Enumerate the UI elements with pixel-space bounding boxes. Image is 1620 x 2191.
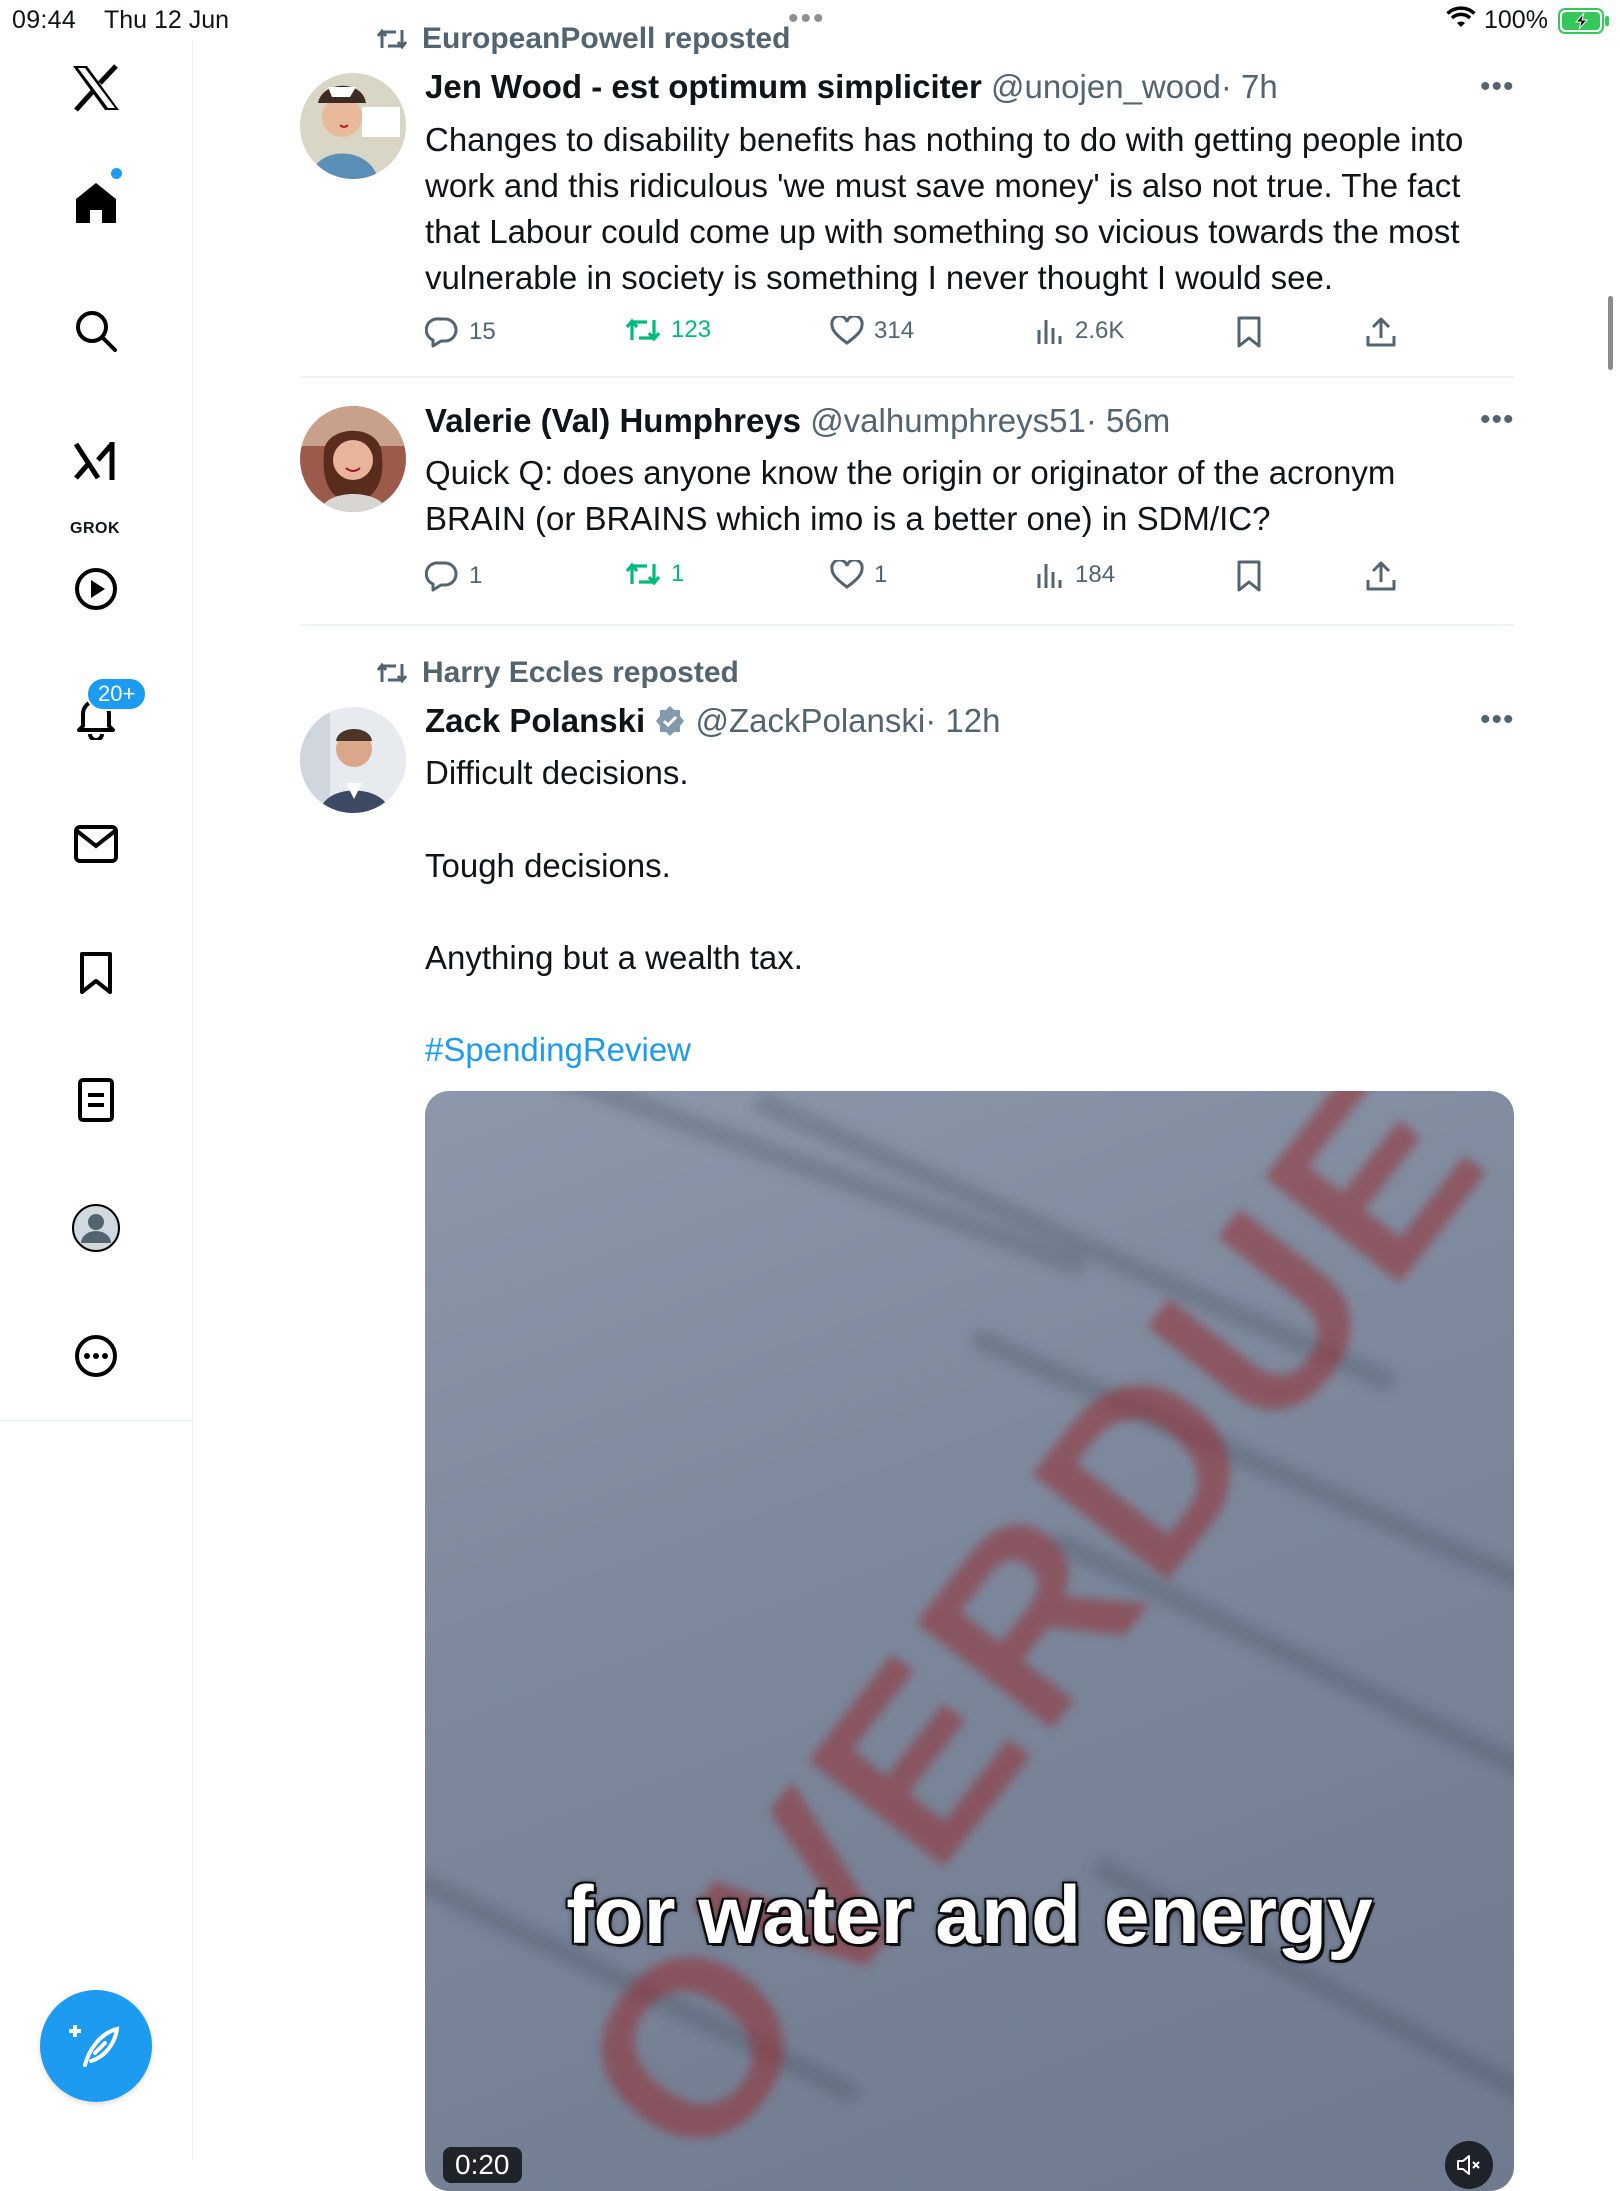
tweet-2-reply-button[interactable]: 1 [425,560,482,592]
heart-icon [830,316,864,345]
notifications-badge: 20+ [86,677,148,711]
tweet-3-age[interactable]: · 12h [925,702,1000,739]
share-icon [1366,317,1396,347]
tweet-3-display-name[interactable]: Zack Polanski [425,702,645,739]
messages-icon[interactable] [56,804,136,884]
status-date: Thu 12 Jun [104,6,230,34]
tweet-3-repost-by: Harry Eccles reposted [422,656,739,689]
tweet-1-actions: 15 123 314 2.6K [425,316,1425,356]
tweet-1-repost-button[interactable]: 123 [625,316,711,344]
tweet-2-bookmark-button[interactable] [1235,560,1263,592]
notifications-icon[interactable]: 20+ [56,677,148,757]
tweet-3-header: Zack Polanski @ZackPolanski· 12h [425,702,1000,740]
tweet-1-avatar[interactable] [300,73,406,179]
tweet-2-repost-button[interactable]: 1 [625,560,684,588]
tweet-divider [300,624,1514,626]
tweet-1-reply-button[interactable]: 15 [425,316,496,348]
sidebar: GROK 20+ [0,40,193,2160]
home-icon[interactable] [56,163,136,243]
reply-icon [425,317,458,348]
multitasking-dots-icon[interactable]: ••• [788,2,826,36]
verified-badge-icon [656,706,685,736]
share-icon [1366,561,1396,591]
tweet-3-line-1: Difficult decisions. [425,754,689,791]
tweet-1-like-button[interactable]: 314 [830,316,914,346]
tweet-2-views-count: 184 [1075,561,1116,588]
tweet-3-hashtag[interactable]: #SpendingReview [425,1027,691,1073]
tweet-2-views-button[interactable]: 184 [1035,560,1115,590]
bookmarks-icon[interactable] [56,933,136,1013]
more-icon[interactable] [56,1316,136,1396]
tweet-2-text: Quick Q: does anyone know the origin or … [425,454,1396,537]
feed-scrollbar[interactable] [1608,296,1613,370]
profile-icon[interactable] [56,1188,136,1268]
tweet-2-actions: 1 1 1 184 [425,560,1425,600]
tweet-2-likes-count: 1 [874,561,888,588]
tweet-3-line-3: Anything but a wealth tax. [425,939,803,976]
tweet-divider [300,376,1514,378]
tweet-1-reposts-count: 123 [671,316,712,343]
tweet-1-share-button[interactable] [1365,316,1397,348]
tweet-1-age[interactable]: · 7h [1221,68,1278,105]
tweet-1-repost-line: EuropeanPowell reposted [376,22,790,56]
tweet-3-avatar[interactable] [300,707,406,813]
battery-percent: 100% [1484,6,1548,34]
tweet-3-handle[interactable]: @ZackPolanski [695,702,925,739]
tweet-3-line-2: Tough decisions. [425,847,671,884]
views-icon [1037,320,1062,344]
tweet-1-more-icon[interactable]: ••• [1480,70,1515,104]
video-duration: 0:20 [443,2147,522,2183]
grok-icon[interactable] [56,421,136,501]
speaker-muted-icon [1457,2155,1480,2175]
tweet-3-more-icon[interactable]: ••• [1480,703,1515,737]
repost-icon [376,662,408,684]
tweet-2-display-name[interactable]: Valerie (Val) Humphreys [425,402,801,439]
home-unread-dot [111,168,122,179]
grok-label: GROK [70,520,120,537]
tweet-2-replies-count: 1 [469,562,483,589]
tweet-1-bookmark-button[interactable] [1235,316,1263,348]
compose-button[interactable] [40,1990,152,2102]
tweet-2-more-icon[interactable]: ••• [1480,403,1515,437]
tweet-3-video[interactable]: OVERDUE for water and energy 0:20 [425,1091,1514,2191]
repost-active-icon [625,562,661,586]
tweet-2-handle[interactable]: @valhumphreys51 [810,402,1086,439]
status-bar: 09:44 Thu 12 Jun ••• 100% [0,0,1620,40]
video-overlay-word: OVERDUE [523,1091,1514,2191]
tweet-1-views-button[interactable]: 2.6K [1035,316,1124,346]
search-icon[interactable] [56,291,136,371]
repost-icon [376,28,408,50]
tweet-3-repost-line: Harry Eccles reposted [376,656,739,690]
video-icon[interactable] [56,549,136,629]
tweet-1-replies-count: 15 [469,318,496,345]
repost-active-icon [625,318,661,342]
tweet-2-header: Valerie (Val) Humphreys @valhumphreys51·… [425,402,1170,440]
tweet-1-display-name[interactable]: Jen Wood - est optimum simpliciter [425,68,982,105]
heart-icon [830,560,864,589]
x-logo-icon[interactable] [56,48,136,128]
wifi-icon [1446,6,1476,35]
tweet-1-views-count: 2.6K [1075,317,1125,344]
tweet-1-header: Jen Wood - est optimum simpliciter @unoj… [425,68,1278,106]
lists-icon[interactable] [56,1060,136,1140]
battery-icon [1558,8,1610,39]
reply-icon [425,561,458,592]
tweet-1-handle[interactable]: @unojen_wood [991,68,1221,105]
mute-button[interactable] [1445,2141,1493,2189]
tweet-2-share-button[interactable] [1365,560,1397,592]
bookmark-icon [1237,560,1261,592]
tweet-1-text: Changes to disability benefits has nothi… [425,121,1464,296]
compose-quill-icon [69,2025,120,2067]
tweet-2-reposts-count: 1 [671,560,685,587]
tweet-2-like-button[interactable]: 1 [830,560,887,590]
video-caption: for water and energy [566,1870,1373,1961]
views-icon [1037,564,1062,588]
sidebar-divider [0,1420,192,1421]
bookmark-icon [1237,316,1261,348]
tweet-2-age[interactable]: · 56m [1086,402,1170,439]
tweet-2-avatar[interactable] [300,406,406,512]
tweet-1-repost-by: EuropeanPowell reposted [422,22,791,55]
tweet-1-likes-count: 314 [874,317,915,344]
status-time: 09:44 [12,6,77,34]
